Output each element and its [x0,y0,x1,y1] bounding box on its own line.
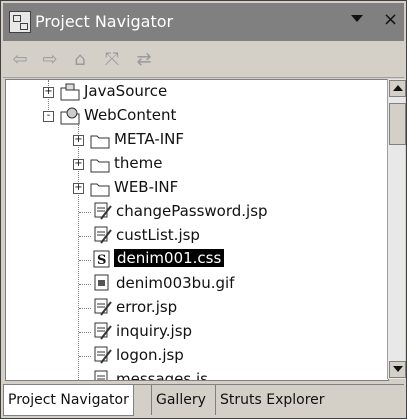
navigator-toolbar: ⇦ ⇨ ⌂ ⤧ ⇄ [3,43,404,78]
folder-icon [90,135,110,149]
tree-item-label: denim001.css [114,249,225,267]
tree-guide [79,332,91,333]
js-file-icon [94,370,108,380]
forward-icon[interactable]: ⇨ [39,49,61,71]
gif-file-icon [94,274,109,291]
tree-item-denim003bu-gif[interactable]: denim003bu.gif [6,272,388,296]
folder-icon [90,159,110,173]
expand-icon[interactable]: + [73,159,84,170]
expand-icon[interactable]: + [73,135,84,146]
tree-item-label: logon.jsp [116,346,184,364]
view-title: Project Navigator [35,12,174,31]
tree-item-label: theme [114,154,163,172]
tree-item-messages-js[interactable]: messages.js [6,368,388,381]
tab-gallery[interactable]: Gallery [151,385,210,415]
back-icon[interactable]: ⇦ [9,49,31,71]
css-file-icon: S [93,250,110,268]
tree-item-custlist-jsp[interactable]: custList.jsp [6,224,388,248]
tree-guide [79,380,91,381]
project-navigator-window: Project Navigator × ⇦ ⇨ ⌂ ⤧ ⇄ + JavaSour… [0,0,407,419]
tree-item-theme[interactable]: + theme [6,152,388,176]
java-source-folder-icon [60,83,80,101]
link-with-editor-icon[interactable]: ⇄ [133,49,155,71]
tree-item-label: custList.jsp [116,226,200,244]
expand-icon[interactable]: + [43,87,54,98]
svg-text:S: S [97,253,106,268]
web-content-folder-icon [60,107,80,125]
view-menu-icon[interactable] [351,15,363,22]
jsp-file-icon [94,346,112,364]
tree-guide [79,284,91,285]
tree-item-error-jsp[interactable]: error.jsp [6,296,388,320]
tree-item-label: changePassword.jsp [116,202,268,220]
view-tab-bar: Project Navigator Gallery Struts Explore… [3,384,404,417]
tree-item-web-inf[interactable]: + WEB-INF [6,176,388,200]
tree-guide [79,236,91,237]
tree-item-meta-inf[interactable]: + META-INF [6,128,388,152]
tree-item-inquiry-jsp[interactable]: inquiry.jsp [6,320,388,344]
scrollbar-thumb[interactable] [389,103,406,145]
close-icon[interactable]: × [383,9,398,30]
view-title-bar: Project Navigator × [3,3,404,41]
tree-item-logon-jsp[interactable]: logon.jsp [6,344,388,368]
tree-item-label: inquiry.jsp [116,322,193,340]
tree-guide [79,308,91,309]
tree-item-webcontent[interactable]: - WebContent [6,104,388,128]
up-icon[interactable]: ⌂ [69,49,91,71]
tree-item-label: META-INF [114,130,185,148]
tree-guide [79,260,91,261]
vertical-scrollbar[interactable] [387,79,406,379]
tree-item-label: denim003bu.gif [116,274,235,292]
jsp-file-icon [94,322,112,340]
tab-struts-explorer[interactable]: Struts Explorer [215,385,329,415]
collapse-icon[interactable]: - [43,111,54,122]
arrow-up-icon [393,85,403,91]
tree-item-label: WEB-INF [114,178,179,196]
tree-item-label: WebContent [84,106,177,124]
tree-item-label: messages.js [116,370,208,381]
jsp-file-icon [94,202,112,220]
project-tree[interactable]: + JavaSource - WebContent + META-INF + t… [5,79,389,381]
jsp-file-icon [94,298,112,316]
tree-item-label: error.jsp [116,298,178,316]
expand-icon[interactable]: + [73,183,84,194]
tree-guide [79,212,91,213]
scroll-up-button[interactable] [389,80,406,97]
tab-project-navigator[interactable]: Project Navigator [3,385,134,416]
tree-guide [79,356,91,357]
jsp-file-icon [94,226,112,244]
navigator-view-icon [9,11,31,33]
tree-item-label: JavaSource [84,82,168,100]
tree-item-denim001-css[interactable]: S denim001.css [6,248,388,272]
scroll-down-button[interactable] [389,361,406,378]
tree-item-changepassword-jsp[interactable]: changePassword.jsp [6,200,388,224]
arrow-down-icon [393,366,403,372]
collapse-all-icon[interactable]: ⤧ [101,49,123,71]
folder-icon [90,183,110,197]
tree-item-javasource[interactable]: + JavaSource [6,80,388,104]
